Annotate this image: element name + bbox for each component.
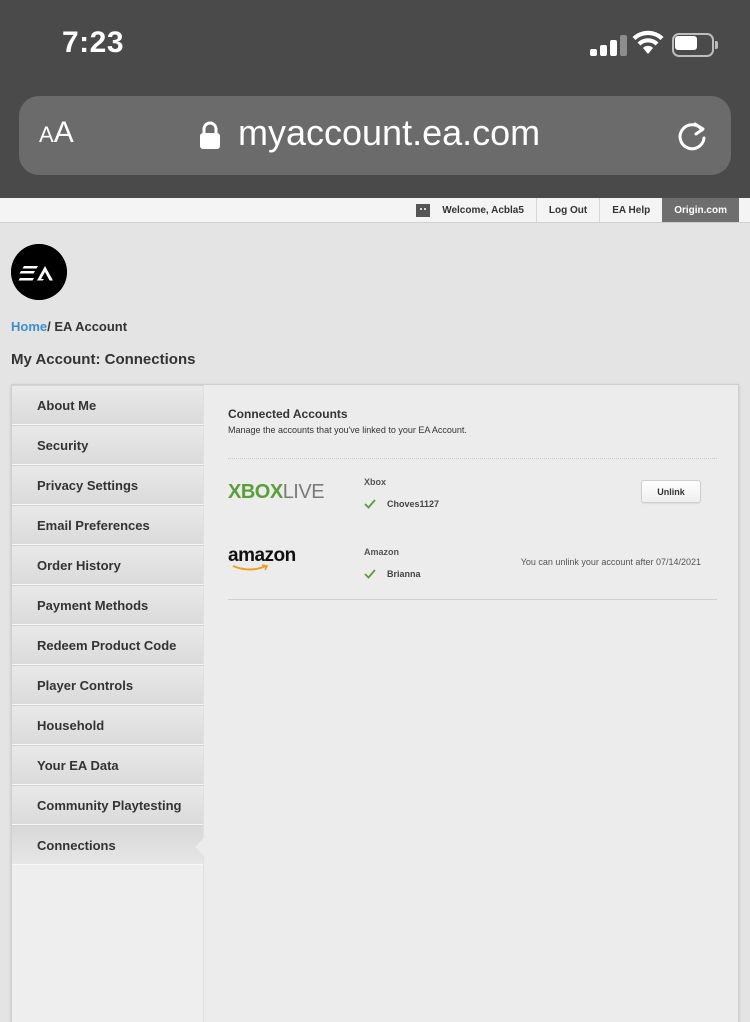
battery-icon [672,33,718,57]
url-text[interactable]: myaccount.ea.com [238,112,540,154]
sidebar-item-security[interactable]: Security [12,425,203,465]
unlink-button[interactable]: Unlink [641,480,701,503]
sidebar-item-household[interactable]: Household [12,705,203,745]
sidebar-item-redeem-product-code[interactable]: Redeem Product Code [12,625,203,665]
origin-link[interactable]: Origin.com [662,198,739,222]
sidebar-item-about-me[interactable]: About Me [12,385,203,425]
sidebar-item-order-history[interactable]: Order History [12,545,203,585]
connected-account-xbox: XBOXLIVE Xbox Choves1127 Unlink [228,459,717,529]
breadcrumb-home-link[interactable]: Home [11,319,47,334]
ea-help-link[interactable]: EA Help [599,198,662,222]
breadcrumb-current: EA Account [54,319,128,334]
avatar [416,203,431,217]
xbox-live-logo: XBOXLIVE [228,481,325,503]
sidebar-item-player-controls[interactable]: Player Controls [12,665,203,705]
checkmark-icon [364,499,376,509]
sidebar-item-email-preferences[interactable]: Email Preferences [12,505,203,545]
wifi-icon [632,30,664,54]
browser-chrome: 7:23 AA myaccount.ea.com [0,0,750,198]
address-bar[interactable]: AA myaccount.ea.com [19,96,731,175]
cellular-signal-icon [590,34,628,56]
connections-section: Connected Accounts Manage the accounts t… [228,407,717,600]
ea-top-bar: Welcome, Acbla5 Log Out EA Help Origin.c… [0,198,750,223]
account-username: Choves1127 [364,499,439,509]
section-title: Connected Accounts [228,407,348,421]
ea-logo[interactable] [11,244,67,300]
sidebar-item-your-ea-data[interactable]: Your EA Data [12,745,203,785]
account-username: Brianna [364,569,421,579]
page-title: My Account: Connections [11,351,196,368]
sidebar-item-privacy-settings[interactable]: Privacy Settings [12,465,203,505]
logout-link[interactable]: Log Out [535,198,599,222]
reload-icon[interactable] [675,118,709,154]
account-service-name: Xbox [364,477,387,487]
divider [228,599,717,600]
account-panel: About Me Security Privacy Settings Email… [11,384,739,1022]
checkmark-icon [364,569,376,579]
unlink-availability-note: You can unlink your account after 07/14/… [520,557,701,567]
welcome-user[interactable]: Welcome, Acbla5 [416,198,536,222]
section-subtitle: Manage the accounts that you've linked t… [228,425,467,435]
sidebar-item-connections[interactable]: Connections [12,825,204,865]
account-sidebar: About Me Security Privacy Settings Email… [12,385,204,1022]
sidebar-item-payment-methods[interactable]: Payment Methods [12,585,203,625]
status-time: 7:23 [62,26,125,59]
lock-icon [200,121,220,149]
account-service-name: Amazon [364,547,400,557]
sidebar-item-community-playtesting[interactable]: Community Playtesting [12,785,203,825]
breadcrumb: Home/ EA Account [11,319,128,334]
text-size-button[interactable]: AA [39,116,74,150]
connected-account-amazon: amazon Amazon Brianna You can unlink you… [228,529,717,599]
amazon-logo: amazon [228,545,296,572]
